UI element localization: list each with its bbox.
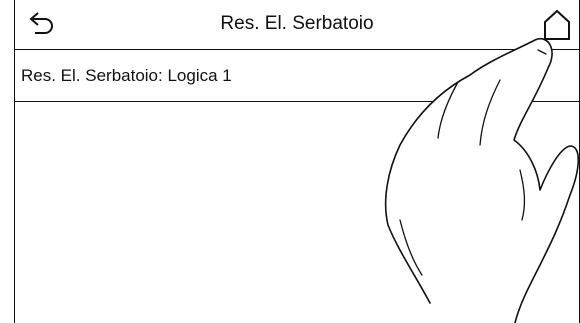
page-title: Res. El. Serbatoio bbox=[220, 13, 374, 34]
home-icon bbox=[544, 9, 570, 40]
header-bar: Res. El. Serbatoio bbox=[15, 0, 579, 50]
home-button[interactable] bbox=[541, 8, 573, 42]
screen: Res. El. Serbatoio Res. El. Serbatoio: L… bbox=[14, 0, 580, 323]
setting-row[interactable]: Res. El. Serbatoio: Logica 1 bbox=[15, 50, 579, 102]
setting-label: Res. El. Serbatoio: Logica 1 bbox=[21, 66, 232, 85]
